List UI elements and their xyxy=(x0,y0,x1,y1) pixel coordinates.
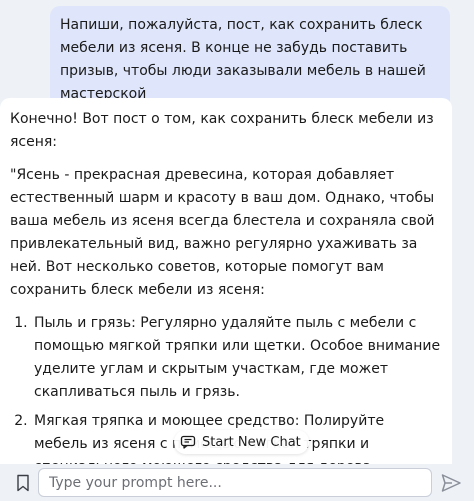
user-message-text: Напиши, пожалуйста, пост, как сохранить … xyxy=(60,17,426,102)
chat-area: Напиши, пожалуйста, пост, как сохранить … xyxy=(0,0,474,501)
send-icon[interactable] xyxy=(440,472,462,494)
list-item: Пыль и грязь: Регулярно удаляйте пыль с … xyxy=(32,312,442,404)
chat-sparkle-icon xyxy=(180,434,196,450)
bookmark-icon[interactable] xyxy=(16,474,30,492)
assistant-intro: Конечно! Вот пост о том, как сохранить б… xyxy=(10,111,434,150)
composer xyxy=(0,464,474,501)
prompt-input[interactable] xyxy=(38,468,432,497)
start-new-chat-button[interactable]: Start New Chat xyxy=(174,430,309,454)
start-new-chat-label: Start New Chat xyxy=(202,434,301,450)
assistant-paragraph: "Ясень - прекрасная древесина, которая д… xyxy=(10,167,435,298)
